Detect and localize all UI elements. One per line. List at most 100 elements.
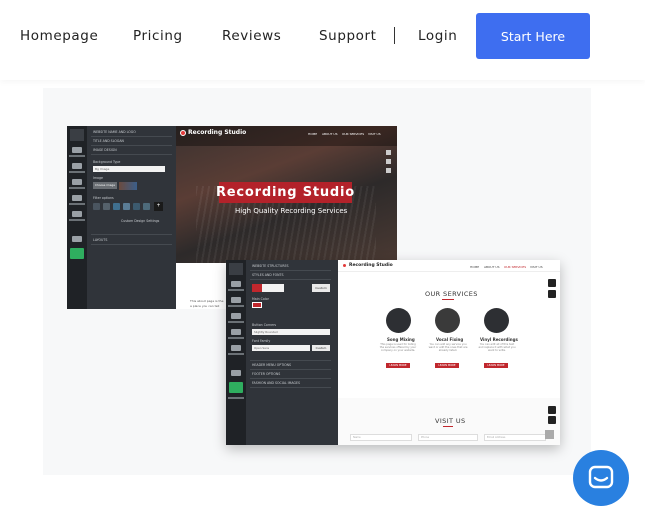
edit-icon xyxy=(548,416,556,424)
image-icon xyxy=(386,159,391,164)
nav-link-support[interactable]: Support xyxy=(319,28,377,44)
preview-menu-item: HOME xyxy=(470,265,480,269)
nav-link-homepage[interactable]: Homepage xyxy=(20,28,98,44)
preview-menu-item: ABOUT US xyxy=(484,265,500,269)
phone-field: Phone xyxy=(418,434,478,441)
pencil-icon xyxy=(386,168,391,173)
service-text: You can edit all of this text and replac… xyxy=(478,343,516,353)
nav-link-pricing[interactable]: Pricing xyxy=(133,28,183,44)
edit-icon xyxy=(386,150,391,155)
learn-more-button: LEARN MORE xyxy=(435,363,459,368)
service-image-vinyl xyxy=(484,308,509,333)
service-text: This page is used for listing the servic… xyxy=(379,343,417,353)
service-title: Vocal Fixing xyxy=(436,337,464,342)
copy-icon xyxy=(548,406,556,414)
custom-color-button: Custom xyxy=(312,284,330,292)
custom-design-link: Custom Design Settings xyxy=(121,219,160,223)
editor-sidebar-rail xyxy=(67,126,87,309)
logo-icon xyxy=(180,130,186,136)
nav-link-reviews[interactable]: Reviews xyxy=(222,28,281,44)
preview-site-title: Recording Studio xyxy=(188,129,247,136)
preview-menu-item: VISIT US xyxy=(368,132,381,136)
site-preview-services: Recording Studio HOME ABOUT US OUR SERVI… xyxy=(338,260,560,445)
scroll-top-icon xyxy=(545,430,554,439)
chat-launcher-button[interactable] xyxy=(573,450,629,506)
learn-more-button: LEARN MORE xyxy=(386,363,410,368)
editor-settings-panel: WEBSITE NAME AND LOGO TITLE AND SLOGAN I… xyxy=(87,126,176,309)
filter-swatch xyxy=(103,203,110,210)
preview-menu-item: VISIT US xyxy=(530,265,543,269)
about-text: a place you can tell xyxy=(190,304,220,308)
pages-icon xyxy=(231,297,241,303)
settings-icon xyxy=(231,329,241,335)
service-image-vocal xyxy=(435,308,460,333)
panel-section-styles: STYLES AND FONTS xyxy=(252,273,284,277)
editor-settings-panel: WEBSITE STRUCTURES STYLES AND FONTS Cust… xyxy=(246,260,338,445)
email-field: Email Address xyxy=(484,434,546,441)
edit-icon xyxy=(548,290,556,298)
preview-menu-item: OUR SERVICES xyxy=(342,132,365,136)
service-text: You can add any service you want or edit… xyxy=(428,343,468,353)
button-corners-select: Slightly Rounded xyxy=(252,329,330,335)
service-title: Song Mixing xyxy=(387,337,415,342)
panel-section-header: HEADER MENU OPTIONS xyxy=(252,363,292,367)
panel-label-image: Image xyxy=(93,176,103,180)
color-swatch-white xyxy=(262,284,284,292)
button-corners-label: Button Corners xyxy=(252,323,277,327)
menu-icon xyxy=(229,263,243,275)
monitor-icon xyxy=(72,236,82,242)
preview-menu-item: HOME xyxy=(308,132,318,136)
about-text: This about page is the xyxy=(190,299,224,303)
editor-sidebar-rail xyxy=(226,260,246,445)
choose-image-button: Choose image xyxy=(93,182,117,189)
filter-swatch xyxy=(113,203,120,210)
font-family-label: Font Family xyxy=(252,339,271,343)
pages-icon xyxy=(72,163,82,169)
monitor-icon xyxy=(231,370,241,376)
chat-icon xyxy=(588,465,614,489)
preview-menu-item: ABOUT US xyxy=(322,132,338,136)
bg-type-select: Bg Image xyxy=(93,166,165,172)
copy-icon xyxy=(548,279,556,287)
filter-swatch xyxy=(123,203,130,210)
services-heading: OUR SERVICES xyxy=(425,290,478,298)
filter-swatch xyxy=(93,203,100,210)
panel-section-image: IMAGE DESIGN xyxy=(93,148,117,152)
custom-font-button: Custom xyxy=(312,345,330,351)
main-color-label: Main Color xyxy=(252,297,269,301)
panel-section-title: TITLE AND SLOGAN xyxy=(93,139,124,143)
name-field: Name xyxy=(350,434,412,441)
service-title: Vinyl Recordings xyxy=(480,337,518,342)
design-icon xyxy=(231,313,241,319)
panel-section-footer: FOOTER OPTIONS xyxy=(252,372,281,376)
filter-swatch xyxy=(133,203,140,210)
visit-us-heading: VISIT US xyxy=(435,417,466,425)
font-family-select: Open Sans xyxy=(252,345,310,351)
color-swatch-red xyxy=(252,284,262,292)
panel-section-structures: WEBSITE STRUCTURES xyxy=(252,264,289,268)
hero-subtitle: High Quality Recording Services xyxy=(235,207,348,215)
domain-icon xyxy=(231,345,241,351)
menu-icon xyxy=(70,129,84,141)
website-icon xyxy=(231,281,241,287)
panel-label-filter: Filter options xyxy=(93,196,114,200)
hero-banner-title: Recording Studio xyxy=(216,182,354,203)
add-filter-icon: + xyxy=(154,202,163,211)
panel-section-layouts: LAYOUTS xyxy=(93,238,108,242)
learn-more-button: LEARN MORE xyxy=(484,363,508,368)
preview-menu-item-active: OUR SERVICES xyxy=(504,265,527,269)
preview-site-title: Recording Studio xyxy=(349,263,393,268)
service-image-mixing xyxy=(386,308,411,333)
login-link[interactable]: Login xyxy=(418,28,457,44)
main-color-swatch xyxy=(252,302,262,308)
logo-icon xyxy=(342,263,347,268)
editor-screenshot-services: WEBSITE STRUCTURES STYLES AND FONTS Cust… xyxy=(226,260,560,445)
design-icon xyxy=(72,179,82,185)
start-here-button[interactable]: Start Here xyxy=(476,13,590,59)
nav-divider xyxy=(394,27,395,44)
settings-icon xyxy=(72,195,82,201)
save-icon xyxy=(229,382,243,393)
domain-icon xyxy=(72,211,82,217)
website-icon xyxy=(72,147,82,153)
panel-label-bg-type: Background Type xyxy=(93,160,121,164)
